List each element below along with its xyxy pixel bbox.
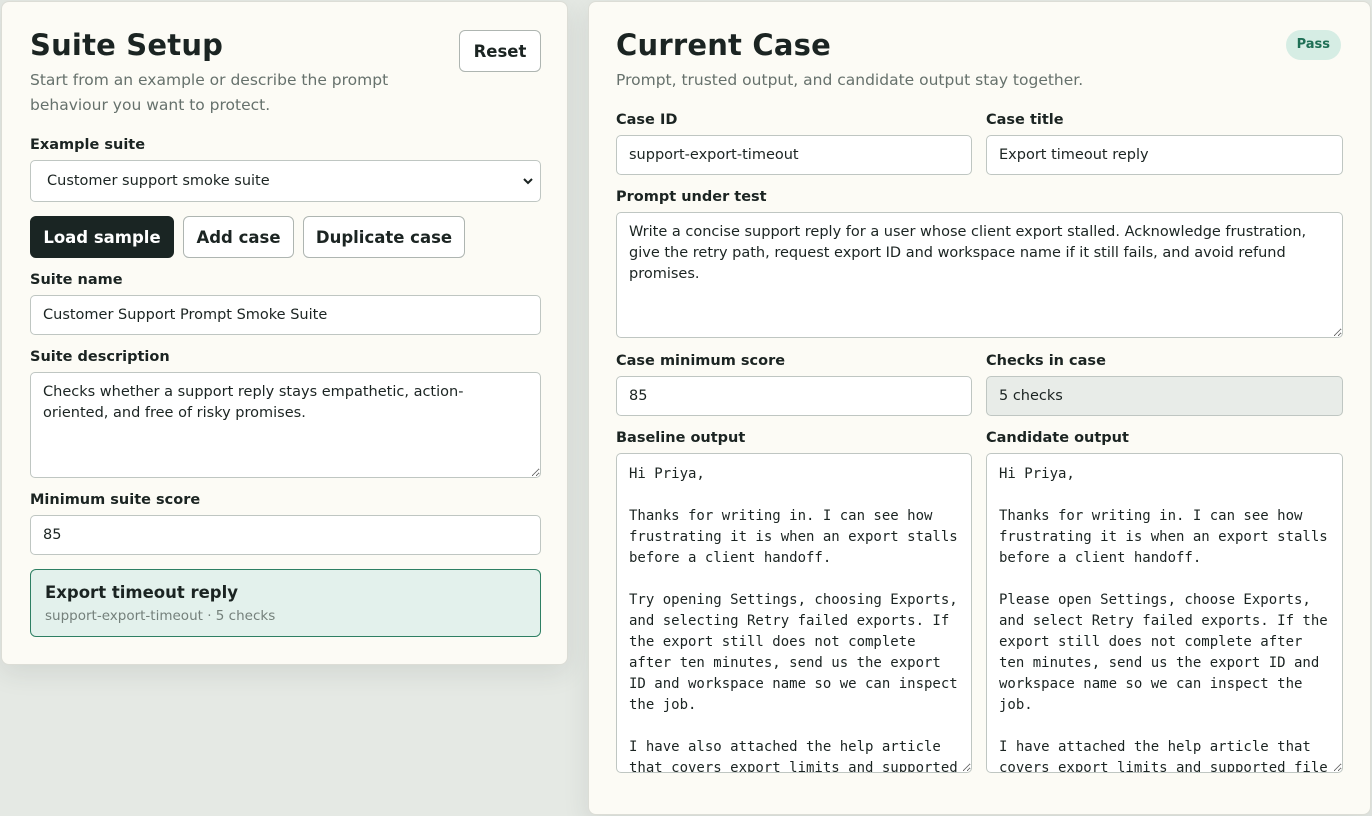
prompt-label: Prompt under test (616, 189, 767, 205)
prompt-textarea[interactable]: Write a concise support reply for a user… (616, 212, 1343, 338)
case-min-score-label: Case minimum score (616, 353, 786, 369)
duplicate-case-button[interactable]: Duplicate case (303, 216, 465, 258)
baseline-output-label: Baseline output (616, 430, 746, 446)
min-suite-score-label: Minimum suite score (30, 492, 201, 508)
case-item-meta: support-export-timeout · 5 checks (45, 608, 276, 624)
baseline-output-textarea[interactable]: Hi Priya, Thanks for writing in. I can s… (616, 453, 972, 773)
case-title-label: Case title (986, 112, 1064, 128)
case-list-item[interactable]: Export timeout reply support-export-time… (30, 569, 541, 637)
suite-name-label: Suite name (30, 272, 123, 288)
example-suite-value: Customer support smoke suite (47, 173, 270, 189)
example-suite-select[interactable]: Customer support smoke suite (30, 160, 541, 202)
case-item-title: Export timeout reply (45, 583, 239, 602)
suite-description-textarea[interactable]: Checks whether a support reply stays emp… (30, 372, 541, 478)
case-id-input[interactable]: support-export-timeout (616, 135, 972, 175)
min-suite-score-input[interactable]: 85 (30, 515, 541, 555)
suite-description-label: Suite description (30, 349, 170, 365)
checks-in-case-label: Checks in case (986, 353, 1106, 369)
example-suite-label: Example suite (30, 137, 146, 153)
suite-setup-panel: Suite Setup Start from an example or des… (1, 1, 568, 665)
suite-setup-subtitle: Start from an example or describe the pr… (30, 71, 389, 114)
current-case-subtitle: Prompt, trusted output, and candidate ou… (616, 71, 1084, 89)
suite-setup-title: Suite Setup (30, 28, 224, 62)
candidate-output-label: Candidate output (986, 430, 1129, 446)
chevron-down-icon (523, 178, 533, 185)
suite-name-input[interactable]: Customer Support Prompt Smoke Suite (30, 295, 541, 335)
case-title-input[interactable]: Export timeout reply (986, 135, 1343, 175)
status-badge: Pass (1285, 30, 1341, 60)
add-case-button[interactable]: Add case (183, 216, 294, 258)
case-id-label: Case ID (616, 112, 678, 128)
checks-in-case-field: 5 checks (986, 376, 1343, 416)
case-min-score-input[interactable]: 85 (616, 376, 972, 416)
candidate-output-textarea[interactable]: Hi Priya, Thanks for writing in. I can s… (986, 453, 1343, 773)
current-case-panel: Current Case Pass Prompt, trusted output… (588, 1, 1371, 815)
load-sample-button[interactable]: Load sample (30, 216, 174, 258)
reset-button[interactable]: Reset (459, 30, 541, 72)
current-case-title: Current Case (616, 28, 831, 62)
